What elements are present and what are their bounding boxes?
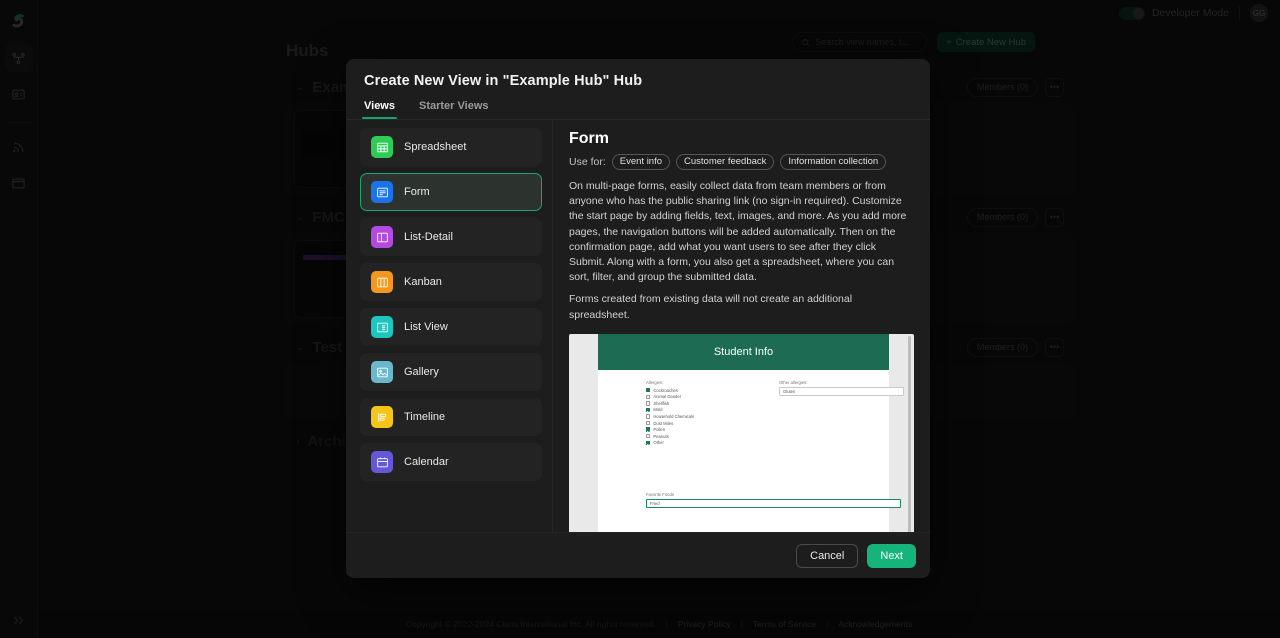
spreadsheet-icon <box>371 136 393 158</box>
preview-form-title: Student Info <box>713 345 774 358</box>
use-for-tag: Event info <box>611 154 671 170</box>
checkbox-icon <box>646 394 651 399</box>
preview-allergies-label: Allergies: <box>646 379 664 385</box>
use-for-label: Use for: <box>569 156 606 168</box>
checkbox-label: Mold <box>653 407 663 413</box>
detail-description: On multi-page forms, easily collect data… <box>569 179 914 323</box>
view-type-label: List-Detail <box>404 231 453 243</box>
view-type-label: Timeline <box>404 411 446 423</box>
preview-checkbox-row: Animal Dander <box>646 393 781 400</box>
checkbox-label: Other <box>653 440 664 446</box>
checkbox-icon <box>646 427 651 432</box>
checkbox-label: Peanuts <box>653 433 669 439</box>
checkbox-label: Dust Mites <box>653 420 674 426</box>
view-type-gallery[interactable]: Gallery <box>360 353 542 391</box>
preview-scrollbar[interactable] <box>908 335 911 532</box>
calendar-icon <box>371 451 393 473</box>
view-type-list-view[interactable]: List View <box>360 308 542 346</box>
use-for-tag: Customer feedback <box>676 154 775 170</box>
tab-starter-views[interactable]: Starter Views <box>419 100 489 119</box>
timeline-icon <box>371 406 393 428</box>
preview-form-body: Allergies: Cockroaches Animal Dander She… <box>598 370 904 508</box>
preview-checkbox-row: Peanuts <box>646 433 781 440</box>
view-type-list-detail[interactable]: List-Detail <box>360 218 542 256</box>
detail-paragraph: On multi-page forms, easily collect data… <box>569 180 907 284</box>
checkbox-label: Pollen <box>653 427 666 433</box>
view-type-form[interactable]: Form <box>360 173 542 211</box>
preview-checkbox-row: Mold <box>646 407 781 414</box>
checkbox-icon <box>646 440 651 446</box>
preview-checkbox-row: Cockroaches <box>646 387 781 394</box>
checkbox-label: Household Chemicals <box>653 414 695 419</box>
preview-favorite-foods-input: Fried <box>646 498 901 508</box>
next-button[interactable]: Next <box>867 543 916 568</box>
dialog-footer: Cancel Next <box>346 532 930 578</box>
view-type-calendar[interactable]: Calendar <box>360 443 542 481</box>
view-type-label: Gallery <box>404 366 439 378</box>
preview-form-header: Student Info <box>598 333 889 370</box>
detail-paragraph: Forms created from existing data will no… <box>569 293 853 321</box>
checkbox-icon <box>646 387 651 393</box>
dialog-header: Create New View in "Example Hub" Hub Vie… <box>346 59 930 119</box>
use-for-row: Use for: Event info Customer feedback In… <box>569 154 914 170</box>
checkbox-icon <box>646 401 651 406</box>
view-type-label: Form <box>404 186 430 198</box>
preview-other-allergies-input: Gluten <box>779 386 904 396</box>
checkbox-label: Shellfish <box>653 400 670 406</box>
view-type-label: Spreadsheet <box>404 141 467 153</box>
view-preview-image: Student Info Allergies: Cockroaches Anim… <box>569 333 914 532</box>
view-type-label: List View <box>404 321 448 333</box>
view-type-list: Spreadsheet Form List-Detail Kanban List… <box>346 120 553 532</box>
use-for-tag: Information collection <box>780 154 887 170</box>
preview-favorite-foods-group: Favorite Foods Fried <box>646 492 901 508</box>
create-new-view-dialog: Create New View in "Example Hub" Hub Vie… <box>346 59 930 578</box>
view-type-spreadsheet[interactable]: Spreadsheet <box>360 128 542 166</box>
cancel-button[interactable]: Cancel <box>796 543 859 568</box>
view-type-detail-panel: Form Use for: Event info Customer feedba… <box>553 120 930 532</box>
checkbox-icon <box>646 434 651 439</box>
preview-checkbox-row: Dust Mites <box>646 420 781 427</box>
view-type-kanban[interactable]: Kanban <box>360 263 542 301</box>
list-detail-icon <box>371 226 393 248</box>
preview-checkbox-row: Pollen <box>646 426 781 433</box>
preview-allergies-group: Allergies: Cockroaches Animal Dander She… <box>646 380 781 446</box>
checkbox-icon <box>646 407 651 413</box>
dialog-tabs: Views Starter Views <box>362 100 912 119</box>
view-type-label: Calendar <box>404 456 449 468</box>
checkbox-icon <box>646 420 651 426</box>
detail-title: Form <box>569 130 609 147</box>
checkbox-icon <box>646 414 651 419</box>
dialog-title: Create New View in "Example Hub" Hub <box>364 73 643 89</box>
tab-views[interactable]: Views <box>362 100 397 119</box>
preview-other-allergies-label: Other allergies: <box>779 379 808 385</box>
kanban-icon <box>371 271 393 293</box>
gallery-icon <box>371 361 393 383</box>
preview-checkbox-row: Shellfish <box>646 400 781 407</box>
view-type-label: Kanban <box>404 276 442 288</box>
checkbox-label: Animal Dander <box>653 394 682 400</box>
preview-other-allergies-group: Other allergies: Gluten <box>779 380 904 396</box>
preview-page: Student Info Allergies: Cockroaches Anim… <box>598 333 904 532</box>
checkbox-label: Cockroaches <box>653 387 678 393</box>
preview-checkbox-row: Household Chemicals <box>646 413 781 420</box>
preview-checkbox-row: Other <box>646 440 781 447</box>
dialog-body: Spreadsheet Form List-Detail Kanban List… <box>346 120 930 532</box>
view-type-timeline[interactable]: Timeline <box>360 398 542 436</box>
list-view-icon <box>371 316 393 338</box>
preview-favorite-foods-label: Favorite Foods <box>646 491 674 497</box>
form-icon <box>371 181 393 203</box>
